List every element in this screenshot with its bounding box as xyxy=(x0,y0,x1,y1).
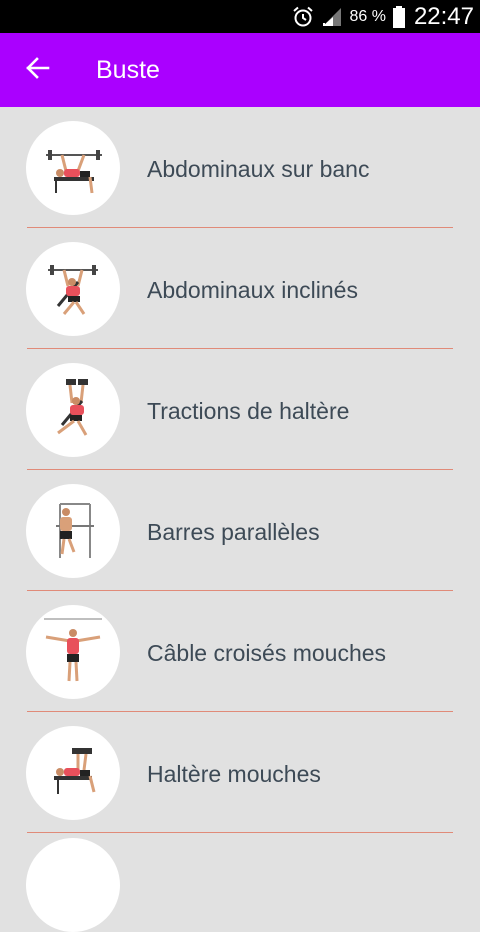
list-item-label: Câble croisés mouches xyxy=(147,640,387,666)
battery-percent: 86 % xyxy=(349,7,386,25)
cable-crossover-figure-icon xyxy=(26,605,120,699)
clock: 22:47 xyxy=(413,2,474,30)
list-item-abdominaux-sur-banc[interactable]: Abdominaux sur banc xyxy=(0,107,480,228)
status-bar: 86 % 22:47 xyxy=(0,0,480,33)
list-item-label: Abdominaux sur banc xyxy=(147,156,370,182)
list-item-partial[interactable] xyxy=(26,838,120,932)
exercise-list: Abdominaux sur banc Abdominaux inclinés xyxy=(0,107,480,833)
page-title: Buste xyxy=(96,56,160,84)
incline-press-figure-icon xyxy=(26,242,120,336)
list-item-abdominaux-inclines[interactable]: Abdominaux inclinés xyxy=(0,228,480,349)
list-item-cable-croises-mouches[interactable]: Câble croisés mouches xyxy=(0,591,480,712)
list-item-haltere-mouches[interactable]: Haltère mouches xyxy=(0,712,480,833)
app-bar: Buste xyxy=(0,33,480,107)
dumbbell-fly-figure-icon xyxy=(26,726,120,820)
list-item-label: Barres parallèles xyxy=(147,519,320,545)
divider xyxy=(27,832,453,833)
signal-icon xyxy=(321,6,343,28)
dumbbell-press-figure-icon xyxy=(26,363,120,457)
list-item-label: Tractions de haltère xyxy=(147,398,350,424)
list-item-barres-paralleles[interactable]: Barres parallèles xyxy=(0,470,480,591)
bench-press-figure-icon xyxy=(26,121,120,215)
list-item-label: Abdominaux inclinés xyxy=(147,277,358,303)
back-button[interactable] xyxy=(18,53,56,87)
battery-icon xyxy=(392,5,406,29)
list-item-tractions-de-haltere[interactable]: Tractions de haltère xyxy=(0,349,480,470)
status-icons: 86 % 22:47 xyxy=(291,0,474,33)
arrow-left-icon xyxy=(24,55,50,85)
list-item-label: Haltère mouches xyxy=(147,761,321,787)
alarm-icon xyxy=(291,5,315,29)
parallel-bars-figure-icon xyxy=(26,484,120,578)
